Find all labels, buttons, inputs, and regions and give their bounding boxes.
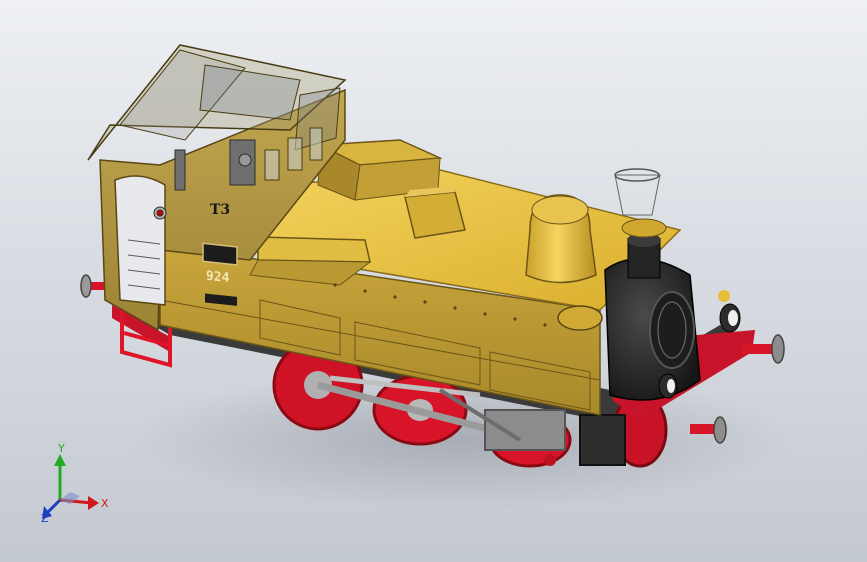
number-plate-text: 924 bbox=[206, 269, 230, 286]
orientation-triad[interactable]: Y X Z bbox=[41, 442, 109, 525]
locomotive-model[interactable]: 924 T3 Y X Z bbox=[0, 0, 867, 562]
y-axis-label: Y bbox=[57, 442, 65, 455]
x-axis-arrow bbox=[88, 496, 99, 510]
sand-box bbox=[404, 186, 466, 239]
number-plate bbox=[202, 242, 238, 266]
steam-dome bbox=[525, 194, 597, 284]
z-axis-label: Z bbox=[41, 512, 49, 525]
y-axis-arrow bbox=[54, 454, 66, 466]
z-axis-line bbox=[46, 498, 62, 514]
class-mark-text: T3 bbox=[210, 202, 230, 218]
x-axis-label: X bbox=[101, 497, 109, 510]
cad-viewport[interactable]: 924 T3 Y X Z bbox=[0, 0, 867, 562]
safety-valve bbox=[557, 305, 603, 331]
smokebox bbox=[604, 258, 701, 401]
